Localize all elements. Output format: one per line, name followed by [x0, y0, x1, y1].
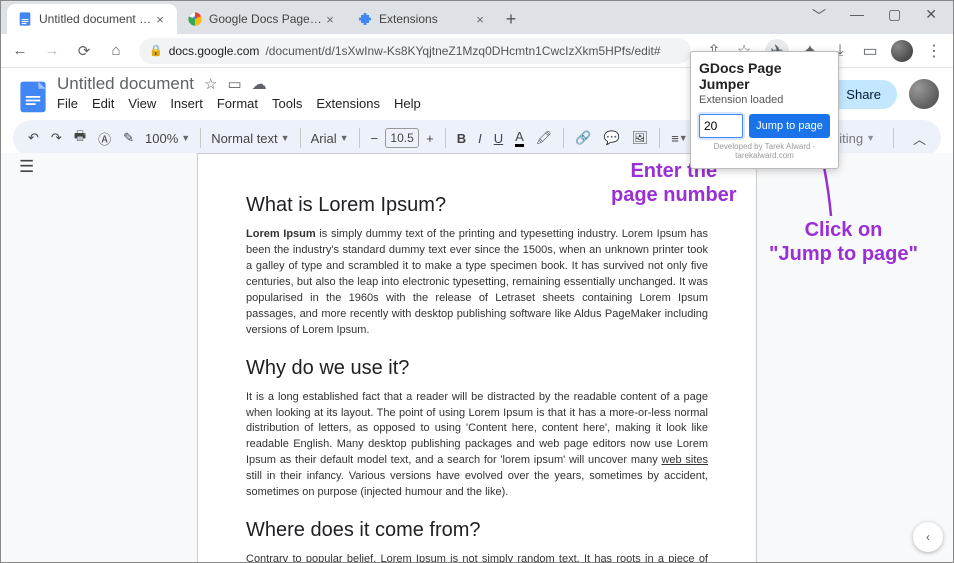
- profile-avatar[interactable]: [891, 40, 913, 62]
- bold-button[interactable]: B: [452, 127, 471, 150]
- document-canvas: ☰ What is Lorem Ipsum? Lorem Ipsum is si…: [1, 153, 953, 562]
- menu-format[interactable]: Format: [217, 96, 258, 111]
- menu-extensions[interactable]: Extensions: [316, 96, 380, 111]
- font-select[interactable]: Arial▼: [307, 131, 353, 146]
- text-color-button[interactable]: A: [510, 125, 529, 151]
- undo-button[interactable]: ↶: [23, 126, 44, 150]
- font-size-input[interactable]: 10.5: [385, 128, 419, 148]
- menu-tools[interactable]: Tools: [272, 96, 302, 111]
- insert-image-button[interactable]: 🖼: [627, 126, 654, 150]
- underline-button[interactable]: U: [489, 127, 508, 150]
- explore-button[interactable]: ‹: [913, 522, 943, 552]
- popup-credit: Developed by Tarek Alward - tarekalward.…: [699, 142, 830, 160]
- paragraph: Lorem Ipsum is simply dummy text of the …: [246, 227, 708, 339]
- close-icon[interactable]: ×: [473, 12, 487, 27]
- menu-help[interactable]: Help: [394, 96, 421, 111]
- home-button[interactable]: ⌂: [107, 42, 125, 59]
- paint-format-button[interactable]: ✎: [118, 126, 139, 150]
- paragraph: It is a long established fact that a rea…: [246, 390, 708, 502]
- account-avatar[interactable]: [909, 79, 939, 109]
- lock-icon: 🔒: [149, 44, 163, 57]
- highlight-button[interactable]: 🖍: [531, 126, 558, 150]
- collapse-toolbar-button[interactable]: ︿: [908, 125, 931, 152]
- zoom-select[interactable]: 100%▼: [141, 131, 194, 146]
- url-path: /document/d/1sXwInw-Ks8KYqjtneZ1Mzq0DHcm…: [265, 44, 660, 58]
- minimize-icon[interactable]: —: [850, 6, 864, 26]
- editing-mode-button[interactable]: iting▼: [835, 131, 879, 146]
- url-input[interactable]: 🔒 docs.google.com/document/d/1sXwInw-Ks8…: [139, 38, 691, 64]
- tab-title: Extensions: [379, 12, 473, 26]
- popup-title: GDocs Page Jumper: [699, 60, 830, 92]
- move-icon[interactable]: ▭: [227, 75, 241, 93]
- cloud-icon[interactable]: ☁: [252, 75, 267, 93]
- page-number-input[interactable]: [699, 114, 743, 138]
- share-label: Share: [846, 87, 881, 102]
- decrease-font-button[interactable]: −: [366, 127, 384, 150]
- tab-title: Untitled document - Google Docs: [39, 12, 153, 26]
- jump-to-page-button[interactable]: Jump to page: [749, 114, 830, 138]
- paragraph: Contrary to popular belief, Lorem Ipsum …: [246, 552, 708, 562]
- browser-tab[interactable]: Extensions ×: [347, 4, 497, 34]
- maximize-icon[interactable]: ▢: [888, 6, 901, 26]
- heading: Why do we use it?: [246, 357, 708, 380]
- menu-file[interactable]: File: [57, 96, 78, 111]
- menu-view[interactable]: View: [128, 96, 156, 111]
- outline-toggle-button[interactable]: ☰: [19, 157, 34, 177]
- star-icon[interactable]: ☆: [204, 75, 217, 93]
- browser-tab-strip: Untitled document - Google Docs × Google…: [1, 1, 953, 34]
- close-window-icon[interactable]: ✕: [925, 6, 937, 26]
- docs-favicon: [17, 11, 33, 27]
- webstore-favicon: [187, 11, 203, 27]
- back-button[interactable]: ←: [11, 42, 29, 59]
- ext-favicon: [357, 11, 373, 27]
- spellcheck-button[interactable]: Ⓐ: [93, 125, 116, 152]
- increase-font-button[interactable]: +: [421, 127, 439, 150]
- italic-button[interactable]: I: [473, 127, 487, 150]
- document-title[interactable]: Untitled document: [57, 74, 194, 94]
- reading-list-icon[interactable]: ▭: [861, 41, 879, 61]
- docs-logo[interactable]: [15, 78, 51, 114]
- heading: Where does it come from?: [246, 519, 708, 542]
- close-icon[interactable]: ×: [323, 12, 337, 27]
- redo-button[interactable]: ↷: [46, 126, 67, 150]
- browser-tab-active[interactable]: Untitled document - Google Docs ×: [7, 4, 177, 34]
- menu-edit[interactable]: Edit: [92, 96, 114, 111]
- url-host: docs.google.com: [169, 44, 260, 58]
- browser-menu-icon[interactable]: ⋮: [925, 41, 943, 61]
- paragraph-style-select[interactable]: Normal text▼: [207, 131, 293, 146]
- extension-popup: GDocs Page Jumper Extension loaded Jump …: [690, 51, 839, 169]
- align-button[interactable]: ≡▼: [666, 127, 693, 150]
- insert-link-button[interactable]: 🔗: [570, 126, 596, 150]
- document-page[interactable]: What is Lorem Ipsum? Lorem Ipsum is simp…: [197, 153, 757, 562]
- forward-button: →: [43, 42, 61, 59]
- browser-tab[interactable]: Google Docs Page Jumper - Chrome ×: [177, 4, 347, 34]
- insert-comment-button[interactable]: 💬: [598, 126, 624, 150]
- tab-title: Google Docs Page Jumper - Chrome: [209, 12, 323, 26]
- reload-button[interactable]: ⟳: [75, 42, 93, 60]
- popup-subtitle: Extension loaded: [699, 94, 830, 106]
- annotation-click-jump: Click on "Jump to page": [769, 218, 918, 266]
- print-button[interactable]: 🖶: [69, 123, 91, 153]
- chevron-down-icon[interactable]: ﹀: [812, 6, 826, 26]
- close-icon[interactable]: ×: [153, 12, 167, 27]
- new-tab-button[interactable]: +: [497, 9, 525, 34]
- menu-insert[interactable]: Insert: [170, 96, 203, 111]
